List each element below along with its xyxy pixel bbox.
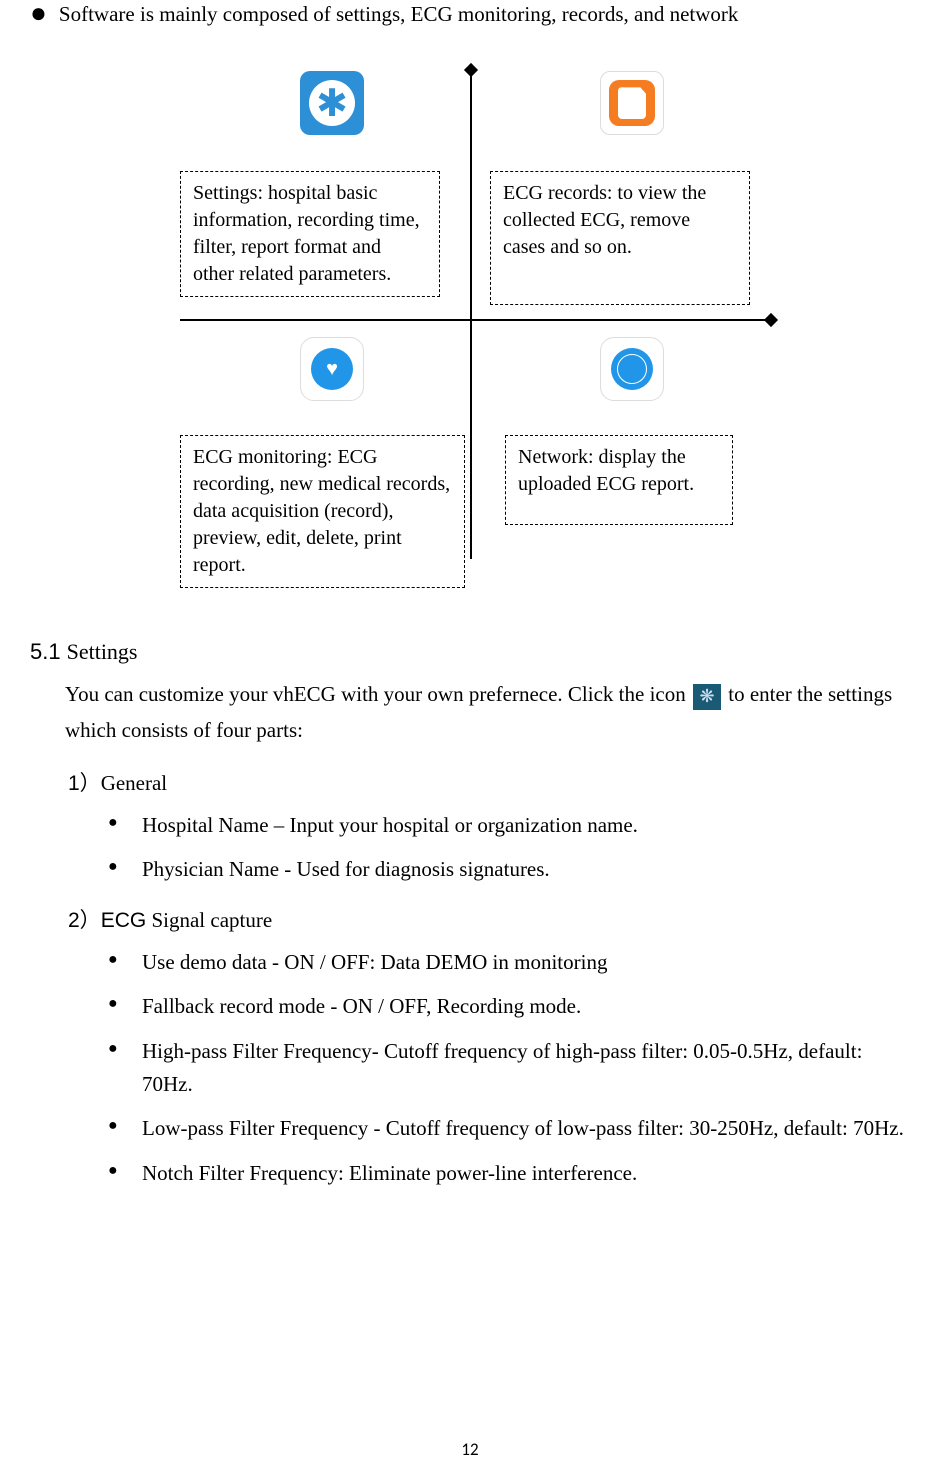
intro-bullet-line: ● Software is mainly composed of setting…	[30, 0, 910, 29]
settings-description-box: Settings: hospital basic information, re…	[180, 171, 440, 297]
sub1-title: General	[101, 771, 167, 795]
list-item: Low-pass Filter Frequency - Cutoff frequ…	[108, 1112, 910, 1145]
sub2-list: Use demo data - ON / OFF: Data DEMO in m…	[108, 946, 910, 1189]
bullet-icon: ●	[30, 0, 47, 28]
records-description-box: ECG records: to view the collected ECG, …	[490, 171, 750, 305]
ecg-monitor-icon: ♥	[300, 337, 364, 401]
list-item: Physician Name - Used for diagnosis sign…	[108, 853, 910, 886]
list-item: Use demo data - ON / OFF: Data DEMO in m…	[108, 946, 910, 979]
section-heading: 5.1 Settings	[30, 639, 910, 665]
heart-icon: ♥	[311, 348, 353, 390]
section-title: Settings	[67, 639, 138, 665]
sub2-number: 2）	[68, 909, 101, 932]
section-number: 5.1	[30, 639, 61, 665]
list-item: Fallback record mode - ON / OFF, Recordi…	[108, 990, 910, 1023]
settings-icon	[300, 71, 364, 135]
list-item: High-pass Filter Frequency- Cutoff frequ…	[108, 1035, 910, 1100]
globe-icon	[611, 348, 653, 390]
diamond-right-icon	[764, 313, 778, 327]
software-diagram: ♥ Settings: hospital basic information, …	[170, 69, 770, 589]
clipboard-icon	[609, 80, 655, 126]
monitoring-description-box: ECG monitoring: ECG recording, new medic…	[180, 435, 465, 588]
para-text-before: You can customize your vhECG with your o…	[65, 682, 691, 706]
sub2-title: Signal capture	[146, 908, 272, 932]
list-item: Hospital Name – Input your hospital or o…	[108, 809, 910, 842]
sub1-number: 1）	[68, 772, 101, 795]
network-icon	[600, 337, 664, 401]
network-description-box: Network: display the uploaded ECG report…	[505, 435, 733, 525]
settings-inline-icon	[693, 684, 721, 710]
axis-horizontal	[180, 319, 770, 321]
axis-vertical	[470, 69, 472, 559]
subsection-1-heading: 1）General	[68, 767, 910, 797]
sub1-list: Hospital Name – Input your hospital or o…	[108, 809, 910, 886]
section-paragraph: You can customize your vhECG with your o…	[65, 677, 910, 748]
list-item: Notch Filter Frequency: Eliminate power-…	[108, 1157, 910, 1190]
subsection-2-heading: 2）ECG Signal capture	[68, 904, 910, 934]
sub2-label: ECG	[101, 909, 147, 932]
intro-text: Software is mainly composed of settings,…	[59, 0, 738, 29]
page-number: 12	[0, 1439, 940, 1460]
records-icon	[600, 71, 664, 135]
diamond-top-icon	[464, 63, 478, 77]
gear-icon	[309, 80, 355, 126]
